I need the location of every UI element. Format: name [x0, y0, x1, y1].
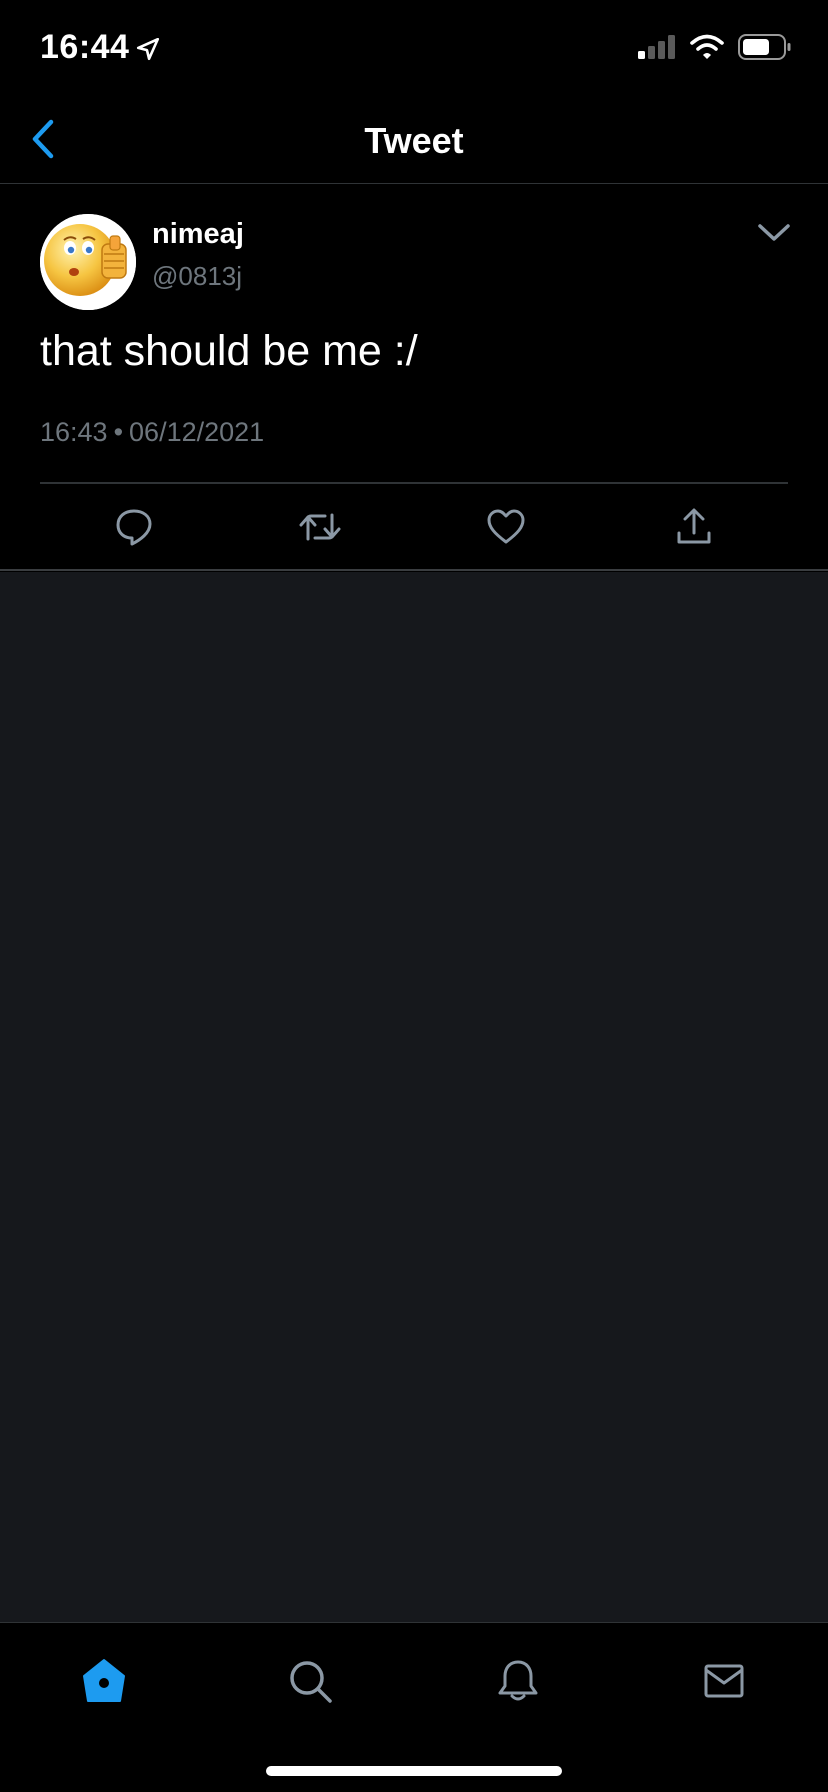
status-icons	[638, 33, 792, 65]
location-arrow-icon	[135, 36, 161, 67]
status-time: 16:44	[40, 28, 130, 66]
user-handle[interactable]: @0813j	[152, 261, 242, 292]
share-icon	[676, 507, 712, 552]
reply-button[interactable]	[112, 507, 156, 551]
page-title: Tweet	[364, 120, 464, 161]
replies-area	[0, 572, 828, 1622]
search-icon	[287, 1658, 333, 1709]
avatar[interactable]	[40, 214, 136, 310]
tweet: nimeaj @0813j that should be me :/ 16:43…	[0, 185, 828, 571]
like-button[interactable]	[484, 507, 528, 551]
tweet-text: that should be me :/	[40, 327, 418, 375]
tab-search[interactable]	[280, 1653, 340, 1713]
tab-messages[interactable]	[694, 1653, 754, 1713]
tweet-date: 06/12/2021	[129, 417, 265, 447]
tweet-actions	[0, 485, 828, 569]
heart-icon	[486, 508, 526, 551]
nav-bar: Tweet	[0, 100, 828, 184]
chevron-down-icon	[757, 222, 791, 249]
tab-home[interactable]	[74, 1653, 134, 1713]
tweet-menu-button[interactable]	[752, 213, 796, 257]
envelope-icon	[702, 1661, 746, 1706]
status-bar: 16:44	[0, 0, 828, 100]
bell-icon	[496, 1658, 540, 1709]
reply-icon	[114, 507, 154, 552]
home-indicator[interactable]	[266, 1766, 562, 1776]
tab-bar	[0, 1622, 828, 1792]
share-button[interactable]	[672, 507, 716, 551]
retweet-icon	[299, 507, 341, 552]
retweet-button[interactable]	[298, 507, 342, 551]
wifi-icon	[690, 34, 724, 65]
home-icon	[81, 1658, 127, 1709]
meta-separator: •	[113, 417, 124, 447]
display-name[interactable]: nimeaj	[152, 218, 244, 251]
cellular-signal-icon	[638, 34, 676, 64]
tweet-timestamp: 16:43 • 06/12/2021	[40, 417, 264, 448]
divider	[40, 482, 788, 484]
battery-icon	[738, 33, 792, 65]
tweet-time: 16:43	[40, 417, 108, 447]
tab-notifications[interactable]	[488, 1653, 548, 1713]
